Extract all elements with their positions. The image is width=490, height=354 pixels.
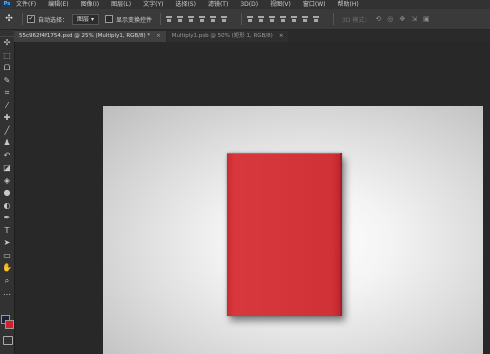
menu-type[interactable]: 文字(Y) — [143, 0, 163, 9]
distribute-right-icon[interactable] — [301, 15, 309, 23]
align-bottom-icon[interactable] — [187, 15, 195, 23]
menu-image[interactable]: 图像(I) — [81, 0, 99, 9]
rectangle-tool-icon[interactable]: ▭ — [0, 250, 14, 263]
move-tool-icon[interactable]: ✣ — [0, 37, 14, 50]
history-brush-tool-icon[interactable]: ↶ — [0, 150, 14, 163]
document-tab-label: Multiply1.psb @ 50% (矩形 1, RGB/8) — [171, 33, 273, 39]
distribute-horizontal-center-icon[interactable] — [290, 15, 298, 23]
dodge-tool-icon[interactable]: ◐ — [0, 200, 14, 213]
rotate-3d-icon[interactable]: ⟲ — [374, 15, 382, 23]
eyedropper-tool-icon[interactable]: ⁄ — [0, 100, 14, 113]
clone-stamp-tool-icon[interactable]: ♟ — [0, 137, 14, 150]
document-tabs: 55c962f4f1754.psd @ 25% (Multiply1, RGB/… — [14, 30, 490, 42]
background-color-swatch[interactable] — [5, 320, 14, 329]
close-icon[interactable]: × — [279, 33, 284, 39]
align-horizontal-center-icon[interactable] — [209, 15, 217, 23]
options-bar: ✣ ✓ 自动选择： 图层 ▾ 显示变换控件 3D 模式： ⟲ ◎ ✥ ⇲ ▣ — [0, 9, 490, 30]
document-tab-active[interactable]: 55c962f4f1754.psd @ 25% (Multiply1, RGB/… — [14, 31, 166, 42]
pen-tool-icon[interactable]: ✒ — [0, 212, 14, 225]
hand-tool-icon[interactable]: ✋ — [0, 262, 14, 275]
document-canvas[interactable] — [103, 106, 483, 354]
panel-grip[interactable] — [0, 30, 14, 37]
blur-tool-icon[interactable]: ● — [0, 187, 14, 200]
marquee-tool-icon[interactable]: ⬚ — [0, 50, 14, 63]
auto-select-target-dropdown[interactable]: 图层 ▾ — [72, 13, 99, 25]
type-tool-icon[interactable]: T — [0, 225, 14, 238]
align-top-icon[interactable] — [165, 15, 173, 23]
menu-select[interactable]: 选择(S) — [175, 0, 196, 9]
more-tools-icon[interactable]: … — [0, 287, 14, 300]
slide-3d-icon[interactable]: ⇲ — [410, 15, 418, 23]
healing-brush-tool-icon[interactable]: ✚ — [0, 112, 14, 125]
document-tab-label: 55c962f4f1754.psd @ 25% (Multiply1, RGB/… — [19, 33, 151, 39]
align-buttons — [165, 15, 231, 23]
distribute-top-icon[interactable] — [246, 15, 254, 23]
tool-list: ✣ ⬚ ᗝ ✎ ⌗ ⁄ ✚ ╱ ♟ ↶ ◪ ◈ ● ◐ ✒ T ➤ ▭ ✋ ⌕… — [0, 37, 14, 300]
divider — [22, 13, 23, 25]
paint-bucket-tool-icon[interactable]: ◈ — [0, 175, 14, 188]
quick-mask-icon[interactable] — [3, 336, 13, 345]
crop-tool-icon[interactable]: ⌗ — [0, 87, 14, 100]
quick-select-tool-icon[interactable]: ✎ — [0, 75, 14, 88]
align-vertical-center-icon[interactable] — [176, 15, 184, 23]
menu-view[interactable]: 视图(V) — [270, 0, 291, 9]
distribute-vertical-center-icon[interactable] — [257, 15, 265, 23]
distribute-buttons — [246, 15, 323, 23]
color-swatches[interactable] — [1, 315, 14, 329]
photoshop-logo: Ps — [2, 1, 12, 8]
path-selection-tool-icon[interactable]: ➤ — [0, 237, 14, 250]
menu-help[interactable]: 帮助(H) — [338, 0, 359, 9]
distribute-bottom-icon[interactable] — [268, 15, 276, 23]
auto-select-label: 自动选择： — [38, 16, 69, 24]
menu-layer[interactable]: 图层(L) — [111, 0, 131, 9]
align-right-icon[interactable] — [220, 15, 228, 23]
eraser-tool-icon[interactable]: ◪ — [0, 162, 14, 175]
roll-3d-icon[interactable]: ◎ — [386, 15, 394, 23]
divider — [240, 13, 242, 25]
menu-edit[interactable]: 编辑(E) — [48, 0, 68, 9]
menu-3d[interactable]: 3D(D) — [240, 0, 258, 9]
menu-window[interactable]: 窗口(W) — [303, 0, 326, 9]
lasso-tool-icon[interactable]: ᗝ — [0, 62, 14, 75]
zoom-tool-icon[interactable]: ⌕ — [0, 275, 14, 288]
tools-panel: ✣ ⬚ ᗝ ✎ ⌗ ⁄ ✚ ╱ ♟ ↶ ◪ ◈ ● ◐ ✒ T ➤ ▭ ✋ ⌕… — [0, 30, 15, 354]
move-tool-preset-icon[interactable]: ✣ — [0, 14, 18, 24]
menu-file[interactable]: 文件(F) — [16, 0, 36, 9]
brush-tool-icon[interactable]: ╱ — [0, 125, 14, 138]
red-book-cover[interactable] — [227, 153, 342, 316]
show-transform-label: 显示变换控件 — [115, 16, 152, 24]
document-tab[interactable]: Multiply1.psb @ 50% (矩形 1, RGB/8) × — [166, 31, 289, 42]
divider — [159, 13, 161, 25]
auto-select-target-value: 图层 — [77, 15, 90, 23]
3d-mode-label: 3D 模式： — [341, 16, 371, 24]
divider — [332, 13, 334, 25]
align-left-icon[interactable] — [198, 15, 206, 23]
distribute-left-icon[interactable] — [279, 15, 287, 23]
canvas-workspace[interactable] — [15, 42, 490, 354]
menu-filter[interactable]: 滤镜(T) — [208, 0, 228, 9]
menu-bar: Ps 文件(F) 编辑(E) 图像(I) 图层(L) 文字(Y) 选择(S) 滤… — [0, 0, 490, 9]
close-icon[interactable]: × — [156, 33, 161, 39]
show-transform-checkbox[interactable] — [104, 15, 113, 23]
auto-select-checkbox[interactable]: ✓ — [27, 15, 35, 23]
auto-align-layers-icon[interactable] — [312, 15, 320, 23]
pan-3d-icon[interactable]: ✥ — [398, 15, 406, 23]
scale-3d-icon[interactable]: ▣ — [422, 15, 430, 23]
